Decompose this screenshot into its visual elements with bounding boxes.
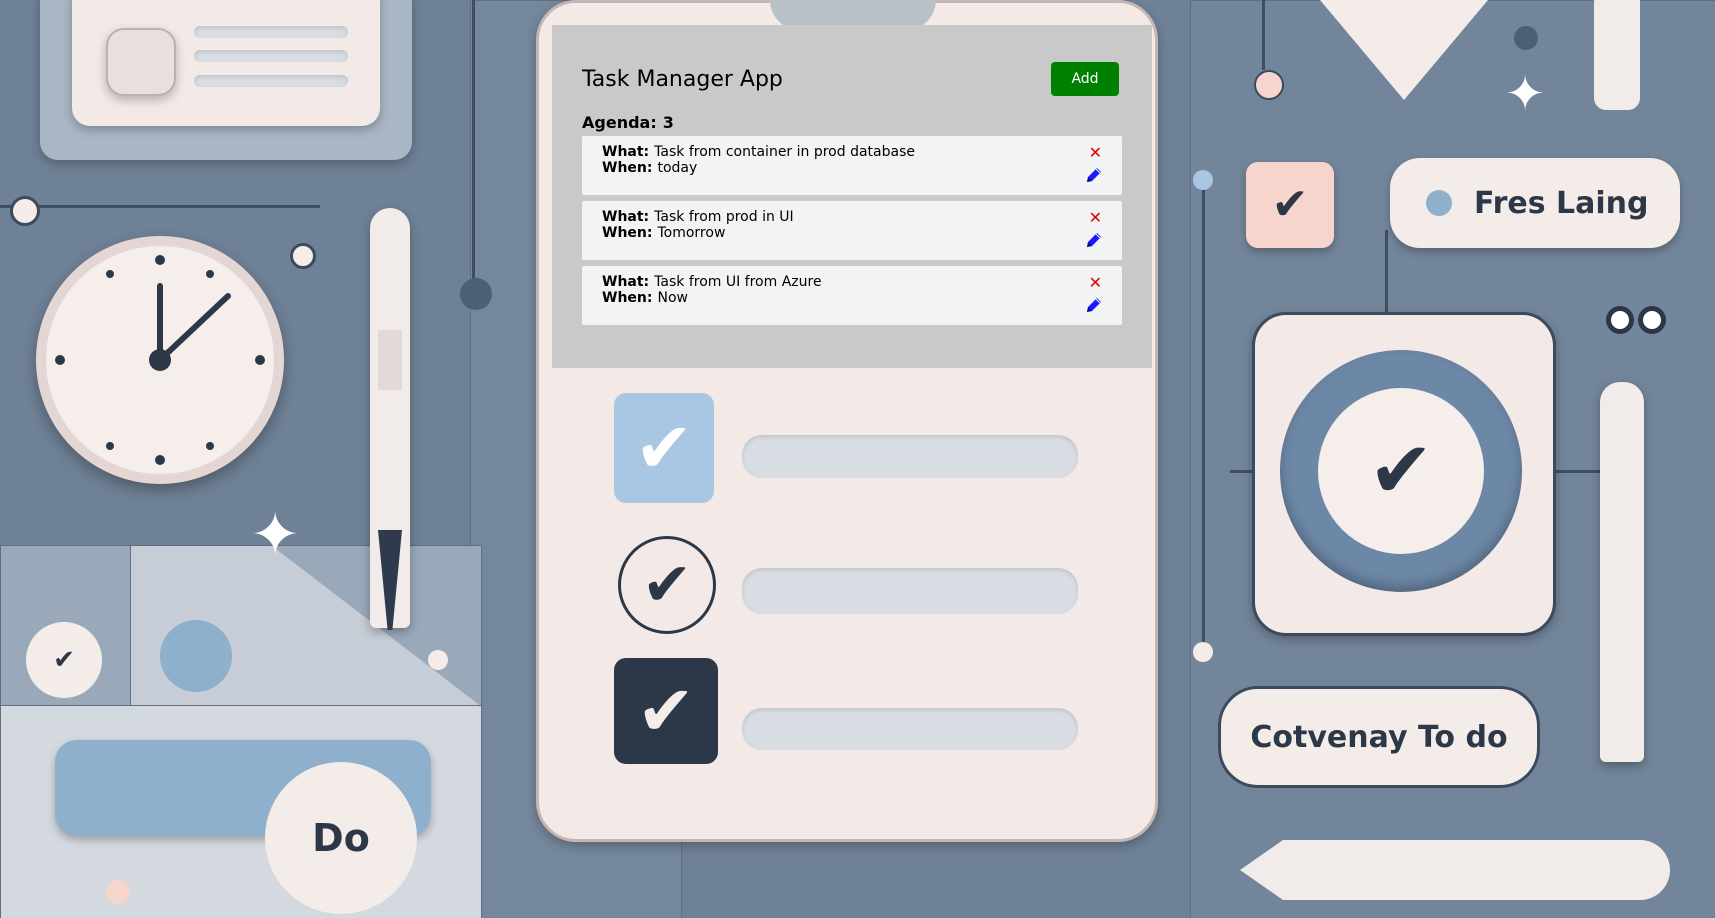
bg-line [0,205,320,208]
sparkle-icon: ✦ [1505,66,1546,122]
task-what-value: Task from UI from Azure [654,274,822,290]
task-when-label: When: [602,225,653,241]
close-icon[interactable]: ✕ [1089,275,1102,291]
task-item: What: Task from UI from Azure When: Now ✕ [582,266,1122,325]
task-what-row: What: Task from UI from Azure [602,274,1122,290]
bg-dot [460,278,492,310]
pen-band [378,330,402,390]
bg-dot [428,650,448,670]
bg-heart-tile [106,28,176,96]
bg-dot [290,243,316,269]
pencil-icon[interactable] [1084,230,1104,250]
close-icon[interactable]: ✕ [1089,210,1102,226]
do-label: Do [312,816,370,860]
name-pill: Fres Laing [1390,158,1680,248]
agenda-label: Agenda: [582,113,657,132]
agenda-count: 3 [662,113,674,132]
sparkle-icon: ✦ [250,500,301,570]
task-what-label: What: [602,274,650,290]
check-badge-icon: ✔ [1318,388,1484,554]
task-what-value: Task from prod in UI [654,209,794,225]
bg-dot [1514,26,1538,50]
task-what-label: What: [602,144,650,160]
clock-icon [36,236,284,484]
task-what-row: What: Task from prod in UI [602,209,1122,225]
pen-illustration [1594,0,1640,110]
task-when-value: today [657,160,698,176]
task-when-label: When: [602,290,653,306]
checkbox-illustration-icon: ✔ [614,658,718,764]
pencil-icon[interactable] [1084,165,1104,185]
app-title: Task Manager App [582,66,783,92]
check-bubble-icon: ✔ [26,622,102,698]
task-item: What: Task from prod in UI When: Tomorrow … [582,201,1122,260]
bg-bar [742,568,1078,614]
bg-bar [194,26,348,38]
check-tile-icon: ✔ [1246,162,1334,248]
bg-dot [1193,642,1213,662]
todo-pill-label: Cotvenay To do [1250,719,1508,755]
checkbox-illustration-icon: ✔ [618,536,716,634]
task-when-value: Tomorrow [657,225,726,241]
task-manager-panel: Task Manager App Add Agenda: 3 What: Task… [552,25,1152,368]
bg-dot [10,196,40,226]
pencil-icon[interactable] [1084,295,1104,315]
app-header: Task Manager App Add [582,59,1122,99]
bg-bar [194,50,348,62]
bg-dot [1254,70,1284,100]
task-when-label: When: [602,160,653,176]
close-icon[interactable]: ✕ [1089,145,1102,161]
bg-line [472,0,475,280]
add-button[interactable]: Add [1051,62,1119,96]
bg-line [1262,0,1265,70]
task-what-row: What: Task from container in prod databas… [602,144,1122,160]
bg-bar [194,75,348,87]
do-circle: Do [265,762,417,914]
task-what-label: What: [602,209,650,225]
tag-bubble-icon [160,620,232,692]
task-when-row: When: Now [602,290,1122,306]
bg-dot [1606,306,1634,334]
task-when-value: Now [657,290,688,306]
pencil-illustration [1240,840,1670,900]
bg-dot [106,880,130,904]
bg-dot [1638,306,1666,334]
name-pill-label: Fres Laing [1474,185,1649,221]
bg-bar [742,435,1078,478]
todo-pill: Cotvenay To do [1218,686,1540,788]
bg-bar [742,708,1078,750]
pen-illustration [1600,382,1644,762]
task-what-value: Task from container in prod database [654,144,915,160]
task-item: What: Task from container in prod databas… [582,136,1122,195]
task-when-row: When: Tomorrow [602,225,1122,241]
task-when-row: When: today [602,160,1122,176]
checkbox-illustration-icon: ✔ [614,393,714,503]
bg-line [1385,230,1388,320]
bg-line [1202,180,1205,650]
agenda-heading: Agenda: 3 [582,113,1122,132]
name-pill-dot [1426,190,1452,216]
bg-dot [1193,170,1213,190]
